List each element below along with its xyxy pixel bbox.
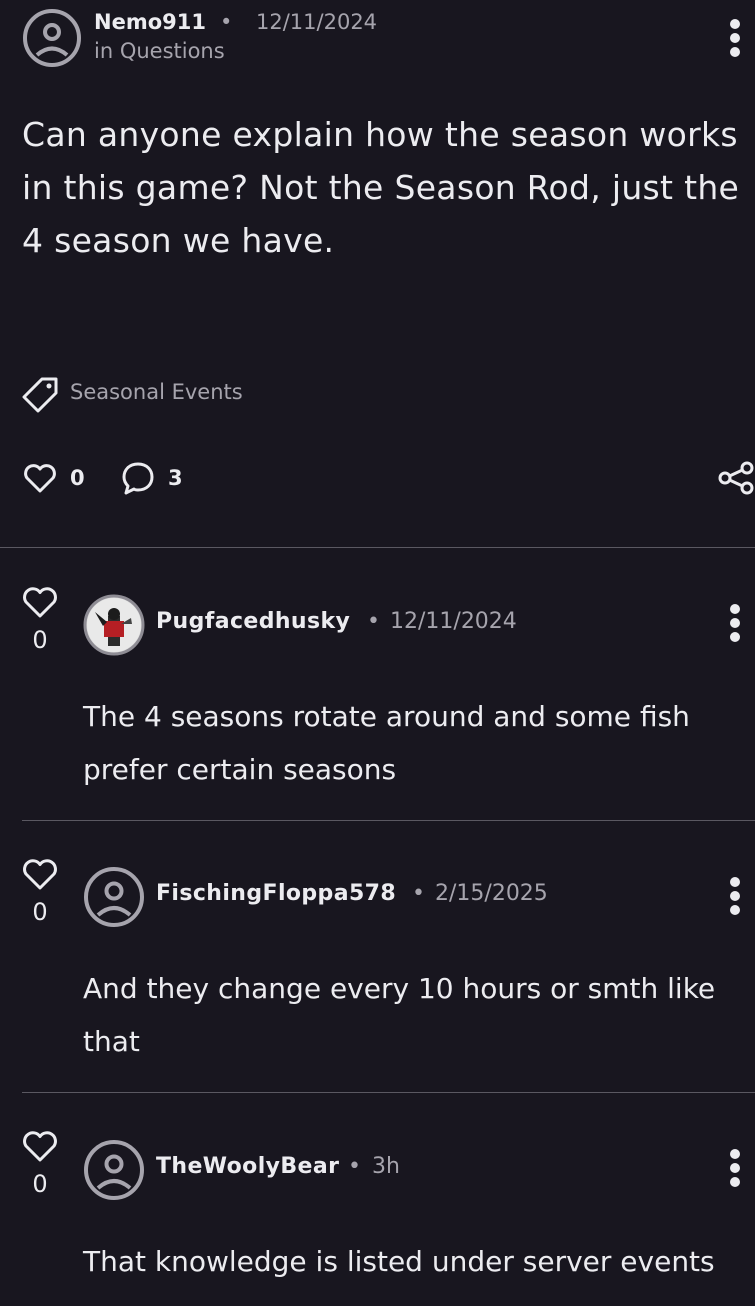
reply-date: 12/11/2024 [390,609,517,634]
heart-icon[interactable] [22,460,58,496]
reply-text: And they change every 10 hours or smth l… [83,972,716,1058]
user-avatar-icon[interactable] [22,8,82,68]
share-icon[interactable] [717,460,755,496]
reply-author[interactable]: TheWoolyBear [156,1154,339,1179]
vote-count: 0 [32,626,48,654]
avatar-icon[interactable] [83,594,145,656]
reply-divider [22,820,755,821]
tag-seasonal-events[interactable]: Seasonal Events [70,380,243,404]
heart-icon[interactable] [21,584,59,620]
separator-dot: • [348,1154,361,1179]
post-category[interactable]: in Questions [94,39,225,63]
post-date: 12/11/2024 [256,10,378,34]
separator-dot: • [220,10,233,34]
tag-icon [20,374,60,414]
reply-date: 3h [372,1154,400,1179]
reply-divider [22,1092,755,1093]
heart-icon[interactable] [21,856,59,892]
reply-text: That knowledge is listed under server ev… [83,1245,715,1278]
reply-text: The 4 seasons rotate around and some fis… [83,700,690,786]
post-divider [0,547,755,548]
more-options-icon[interactable] [729,18,741,58]
vote-count: 0 [32,898,48,926]
post-author[interactable]: Nemo911 [94,10,206,34]
more-options-icon[interactable] [729,1148,741,1188]
comment-icon[interactable] [120,460,156,496]
comment-count: 3 [168,466,183,490]
user-avatar-icon[interactable] [83,866,145,928]
reply-author[interactable]: FischingFloppa578 [156,881,396,906]
heart-icon[interactable] [21,1128,59,1164]
like-count: 0 [70,466,85,490]
user-avatar-icon[interactable] [83,1139,145,1201]
separator-dot: • [412,881,425,906]
more-options-icon[interactable] [729,603,741,643]
separator-dot: • [367,609,380,634]
vote-count: 0 [32,1170,48,1198]
reply-author[interactable]: Pugfacedhusky [156,609,350,634]
reply-date: 2/15/2025 [435,881,548,906]
post-body: Can anyone explain how the season works … [22,115,740,260]
more-options-icon[interactable] [729,876,741,916]
